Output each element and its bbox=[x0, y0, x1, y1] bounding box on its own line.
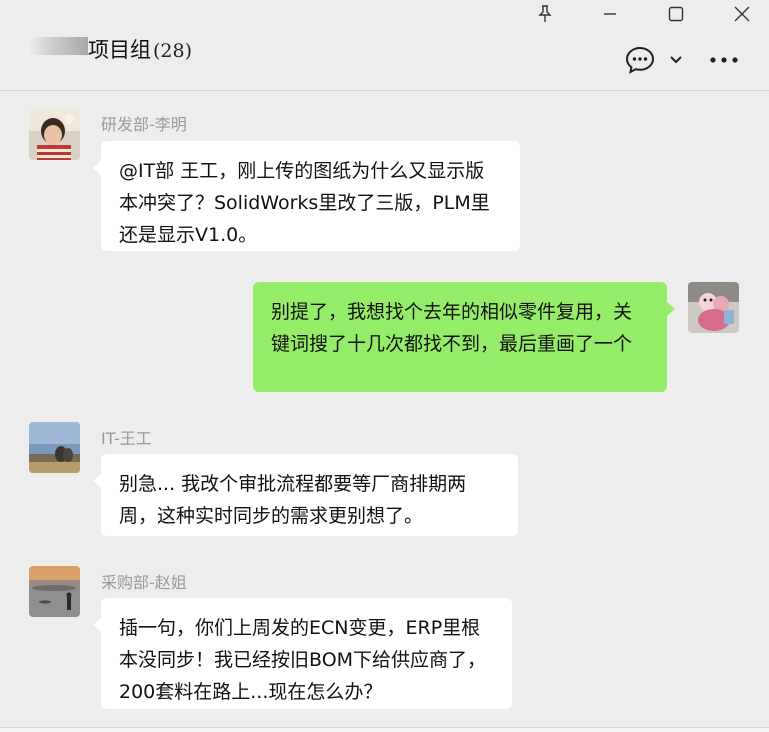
message-bubble-outgoing[interactable]: 别提了，我想找个去年的相似零件复用，关键词搜了十几次都找不到，最后重画了一个 bbox=[253, 282, 675, 392]
group-name: 项目组 bbox=[88, 38, 151, 62]
more-icon[interactable] bbox=[707, 48, 741, 72]
avatar-liming[interactable] bbox=[29, 109, 80, 160]
chat-title: 项目组 (28) bbox=[88, 34, 192, 64]
message-text: @IT部 王工，刚上传的图纸为什么又显示版本冲突了？SolidWorks里改了三… bbox=[119, 160, 490, 246]
member-count: (28) bbox=[153, 40, 193, 62]
input-area-edge[interactable] bbox=[0, 728, 769, 732]
avatar-zhaojie[interactable] bbox=[29, 566, 80, 617]
pin-icon[interactable] bbox=[519, 0, 571, 28]
message-bubble-incoming[interactable]: 别急... 我改个审批流程都要等厂商排期两周，这种实时同步的需求更别想了。 bbox=[93, 454, 518, 536]
message-list[interactable]: 研发部-李明 @IT部 王工，刚上传的图纸为什么又显示版本冲突了？SolidWo… bbox=[0, 91, 769, 732]
minimize-icon[interactable] bbox=[584, 0, 636, 28]
message-text: 别提了，我想找个去年的相似零件复用，关键词搜了十几次都找不到，最后重画了一个 bbox=[271, 301, 633, 355]
sender-name: IT-王工 bbox=[101, 429, 152, 448]
maximize-icon[interactable] bbox=[650, 0, 702, 28]
message-text: 插一句，你们上周发的ECN变更，ERP里根本没同步！我已经按旧BOM下给供应商了… bbox=[119, 617, 487, 703]
chevron-down-icon[interactable] bbox=[666, 50, 686, 70]
message-bubble-incoming[interactable]: 插一句，你们上周发的ECN变更，ERP里根本没同步！我已经按旧BOM下给供应商了… bbox=[93, 598, 512, 709]
avatar-wanggong[interactable] bbox=[29, 422, 80, 473]
message-text: 别急... 我改个审批流程都要等厂商排期两周，这种实时同步的需求更别想了。 bbox=[119, 473, 467, 527]
sender-name: 采购部-赵姐 bbox=[101, 573, 187, 592]
blurred-title-prefix bbox=[26, 37, 88, 55]
sender-name: 研发部-李明 bbox=[101, 115, 187, 134]
close-icon[interactable] bbox=[716, 0, 768, 28]
avatar-self[interactable] bbox=[688, 282, 739, 333]
chat-header: 项目组 (28) bbox=[0, 0, 769, 91]
chat-bubble-icon[interactable] bbox=[624, 44, 656, 76]
message-bubble-incoming[interactable]: @IT部 王工，刚上传的图纸为什么又显示版本冲突了？SolidWorks里改了三… bbox=[93, 141, 520, 251]
